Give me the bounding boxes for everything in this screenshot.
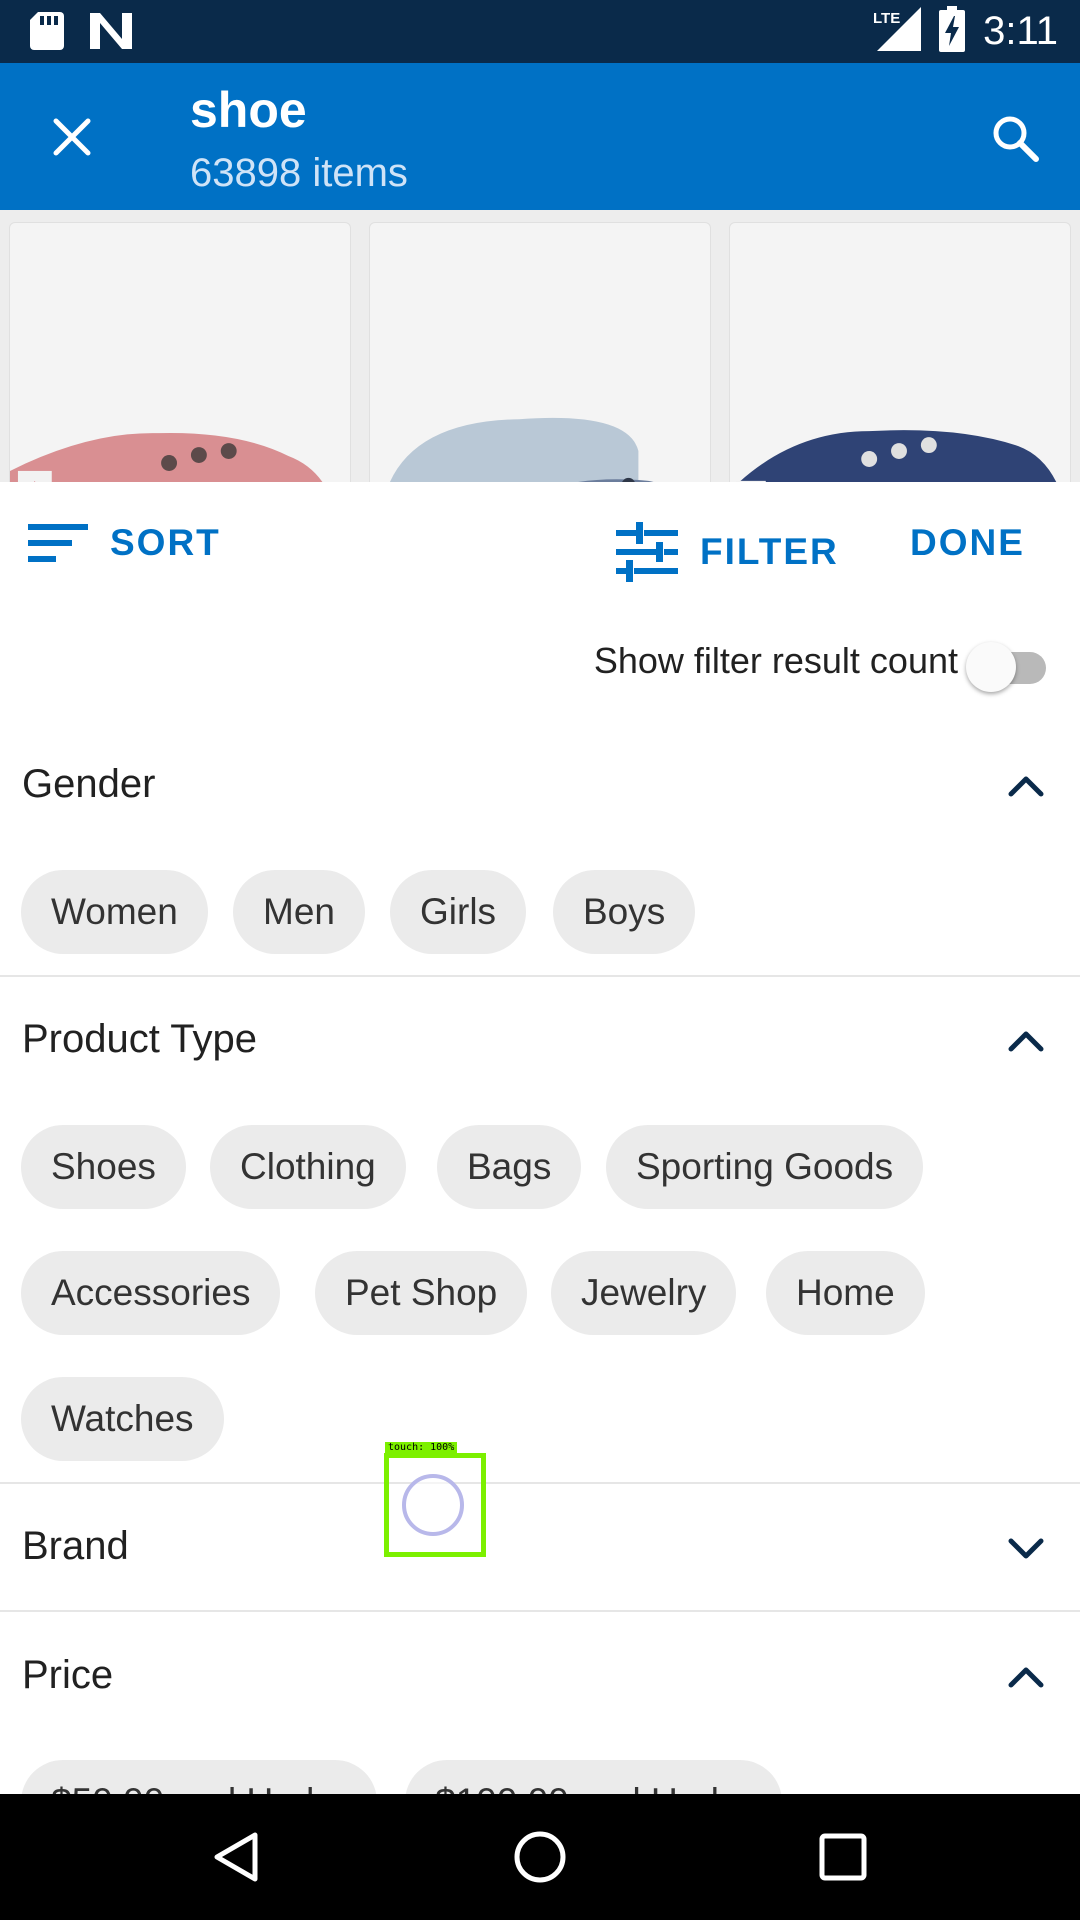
chip-pet-shop[interactable]: Pet Shop: [315, 1251, 528, 1335]
shoe-image: [390, 417, 654, 482]
svg-text:LTE: LTE: [873, 10, 900, 27]
touch-ripple: [402, 1474, 464, 1536]
divider: [0, 1482, 1080, 1484]
chevron-down-icon[interactable]: [1002, 1524, 1050, 1572]
filter-label: FILTER: [700, 531, 839, 572]
shoe-image: [10, 433, 323, 482]
chip-home[interactable]: Home: [766, 1251, 925, 1335]
chevron-up-icon[interactable]: [1002, 1653, 1050, 1701]
status-bar: LTE 3:11: [0, 0, 1080, 63]
close-icon[interactable]: [40, 105, 104, 169]
filter-button[interactable]: FILTER: [616, 522, 839, 582]
product-card-navy[interactable]: [729, 222, 1071, 482]
home-icon[interactable]: [505, 1822, 575, 1892]
notification-n-icon: [90, 13, 132, 54]
chip-clothing[interactable]: Clothing: [210, 1125, 406, 1209]
done-button[interactable]: DONE: [910, 522, 1025, 564]
chip-men[interactable]: Men: [233, 870, 365, 954]
chip-bags[interactable]: Bags: [437, 1125, 582, 1209]
filter-count-toggle-row: Show filter result count: [0, 622, 1080, 702]
navigation-bar: [0, 1794, 1080, 1920]
search-query-title: shoe: [190, 82, 307, 138]
product-strip: [0, 210, 1080, 482]
product-card-gray-blue[interactable]: [369, 222, 711, 482]
sort-filter-toolbar: SORT FILTER DONE: [0, 482, 1080, 612]
chip-girls[interactable]: Girls: [390, 870, 527, 954]
chip-watches[interactable]: Watches: [21, 1377, 224, 1461]
product-card-pink[interactable]: [9, 222, 351, 482]
status-time: 3:11: [983, 9, 1058, 53]
divider: [0, 1610, 1080, 1612]
result-count: 63898 items: [190, 151, 408, 195]
filter-count-switch[interactable]: [966, 642, 1050, 692]
toggle-label: Show filter result count: [593, 640, 958, 681]
battery-charging-icon: [939, 6, 966, 57]
chip-shoes[interactable]: Shoes: [21, 1125, 186, 1209]
chip-accessories[interactable]: Accessories: [21, 1251, 281, 1335]
chip-sporting-goods[interactable]: Sporting Goods: [606, 1125, 924, 1209]
filter-sliders-icon: [616, 522, 678, 582]
sort-label: SORT: [110, 522, 221, 563]
chip-women[interactable]: Women: [21, 870, 208, 954]
sd-card-icon: [30, 12, 64, 55]
shoe-image: [735, 430, 1057, 482]
sort-button[interactable]: SORT: [28, 522, 221, 564]
app-bar: shoe 63898 items: [0, 63, 1080, 210]
search-icon[interactable]: [980, 103, 1050, 173]
section-title-product-type[interactable]: Product Type: [22, 1017, 257, 1062]
chip-jewelry[interactable]: Jewelry: [551, 1251, 737, 1335]
section-title-price[interactable]: Price: [22, 1653, 113, 1698]
section-title-brand[interactable]: Brand: [22, 1524, 129, 1569]
chevron-up-icon[interactable]: [1002, 1017, 1050, 1065]
chevron-up-icon[interactable]: [1002, 762, 1050, 810]
back-icon[interactable]: [200, 1822, 270, 1892]
section-title-gender[interactable]: Gender: [22, 762, 155, 807]
recents-icon[interactable]: [808, 1822, 878, 1892]
divider: [0, 975, 1080, 977]
sort-icon: [28, 524, 88, 562]
chip-boys[interactable]: Boys: [553, 870, 696, 954]
lte-signal-icon: LTE: [873, 7, 922, 56]
